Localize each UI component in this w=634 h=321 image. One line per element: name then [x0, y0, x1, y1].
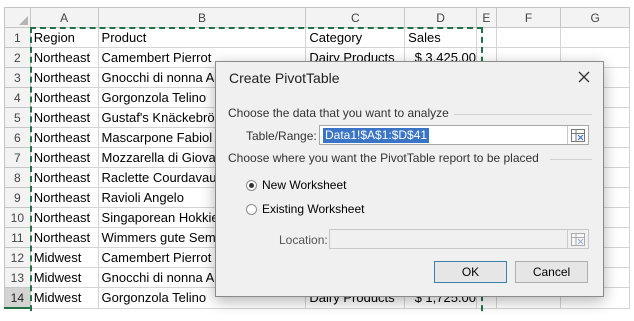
cell[interactable]: Northeast	[29, 67, 99, 88]
cell[interactable]: Northeast	[29, 127, 99, 148]
section-divider	[550, 159, 592, 160]
row-header[interactable]: 10	[4, 207, 31, 228]
radio-new-worksheet-label: New Worksheet	[262, 178, 347, 192]
cell[interactable]: Midwest	[29, 247, 99, 268]
column-header-row: A B C D E F G	[4, 7, 630, 28]
radio-new-worksheet[interactable]: New Worksheet	[246, 178, 346, 192]
select-all-corner[interactable]	[4, 7, 31, 28]
radio-new-worksheet-dot[interactable]	[246, 179, 257, 191]
column-header-d[interactable]: D	[404, 7, 478, 28]
placement-section-label: Choose where you want the PivotTable rep…	[228, 151, 539, 165]
cell[interactable]: Region	[29, 27, 99, 48]
cell[interactable]	[476, 27, 497, 48]
row-header[interactable]: 3	[4, 67, 31, 88]
cell[interactable]: Northeast	[29, 47, 99, 68]
row-header[interactable]: 13	[4, 267, 31, 288]
cell[interactable]: Northeast	[29, 107, 99, 128]
cell[interactable]	[495, 27, 562, 48]
table-range-label: Table/Range:	[246, 129, 317, 143]
column-header-f[interactable]: F	[495, 7, 562, 28]
cell[interactable]: Northeast	[29, 167, 99, 188]
radio-existing-worksheet[interactable]: Existing Worksheet	[246, 202, 365, 216]
row-header[interactable]: 1	[4, 27, 31, 48]
cell[interactable]: Northeast	[29, 87, 99, 108]
dialog-title: Create PivotTable	[229, 70, 340, 86]
location-label: Location:	[279, 233, 328, 247]
table-range-input[interactable]: Data1!$A$1:$D$41	[319, 125, 589, 145]
cell[interactable]: Midwest	[29, 267, 99, 288]
row-header[interactable]: 9	[4, 187, 31, 208]
column-header-c[interactable]: C	[305, 7, 406, 28]
row-header[interactable]: 14	[4, 287, 31, 309]
cell[interactable]: Northeast	[29, 187, 99, 208]
column-header-g[interactable]: G	[560, 7, 630, 28]
cell[interactable]: Midwest	[29, 287, 99, 309]
cancel-button[interactable]: Cancel	[515, 261, 588, 283]
row-header[interactable]: 2	[4, 47, 31, 68]
row-header[interactable]: 4	[4, 87, 31, 108]
cell[interactable]	[560, 27, 630, 48]
range-picker-icon[interactable]	[567, 126, 588, 144]
analyze-section-label: Choose the data that you want to analyze	[228, 106, 449, 120]
ok-button[interactable]: OK	[434, 261, 507, 283]
range-picker-icon[interactable]	[567, 230, 588, 248]
row-header[interactable]: 5	[4, 107, 31, 128]
column-header-b[interactable]: B	[97, 7, 307, 28]
table-row: 1 Region Product Category Sales	[4, 27, 630, 48]
row-header[interactable]: 11	[4, 227, 31, 248]
section-divider	[454, 114, 592, 115]
row-header[interactable]: 7	[4, 147, 31, 168]
row-header[interactable]: 6	[4, 127, 31, 148]
cell[interactable]: Category	[305, 27, 406, 48]
table-range-value: Data1!$A$1:$D$41	[323, 128, 430, 143]
column-header-e[interactable]: E	[476, 7, 497, 28]
cell[interactable]: Product	[97, 27, 307, 48]
row-header[interactable]: 12	[4, 247, 31, 268]
column-header-a[interactable]: A	[29, 7, 99, 28]
cell[interactable]: Northeast	[29, 207, 99, 228]
cell[interactable]: Sales	[404, 27, 478, 48]
cell[interactable]: Northeast	[29, 227, 99, 248]
cell[interactable]: Northeast	[29, 147, 99, 168]
close-icon[interactable]	[575, 68, 593, 86]
create-pivottable-dialog: Create PivotTable Choose the data that y…	[215, 61, 604, 297]
radio-existing-worksheet-dot[interactable]	[246, 203, 257, 215]
radio-existing-worksheet-label: Existing Worksheet	[262, 202, 365, 216]
location-input[interactable]	[329, 229, 589, 249]
row-header[interactable]: 8	[4, 167, 31, 188]
